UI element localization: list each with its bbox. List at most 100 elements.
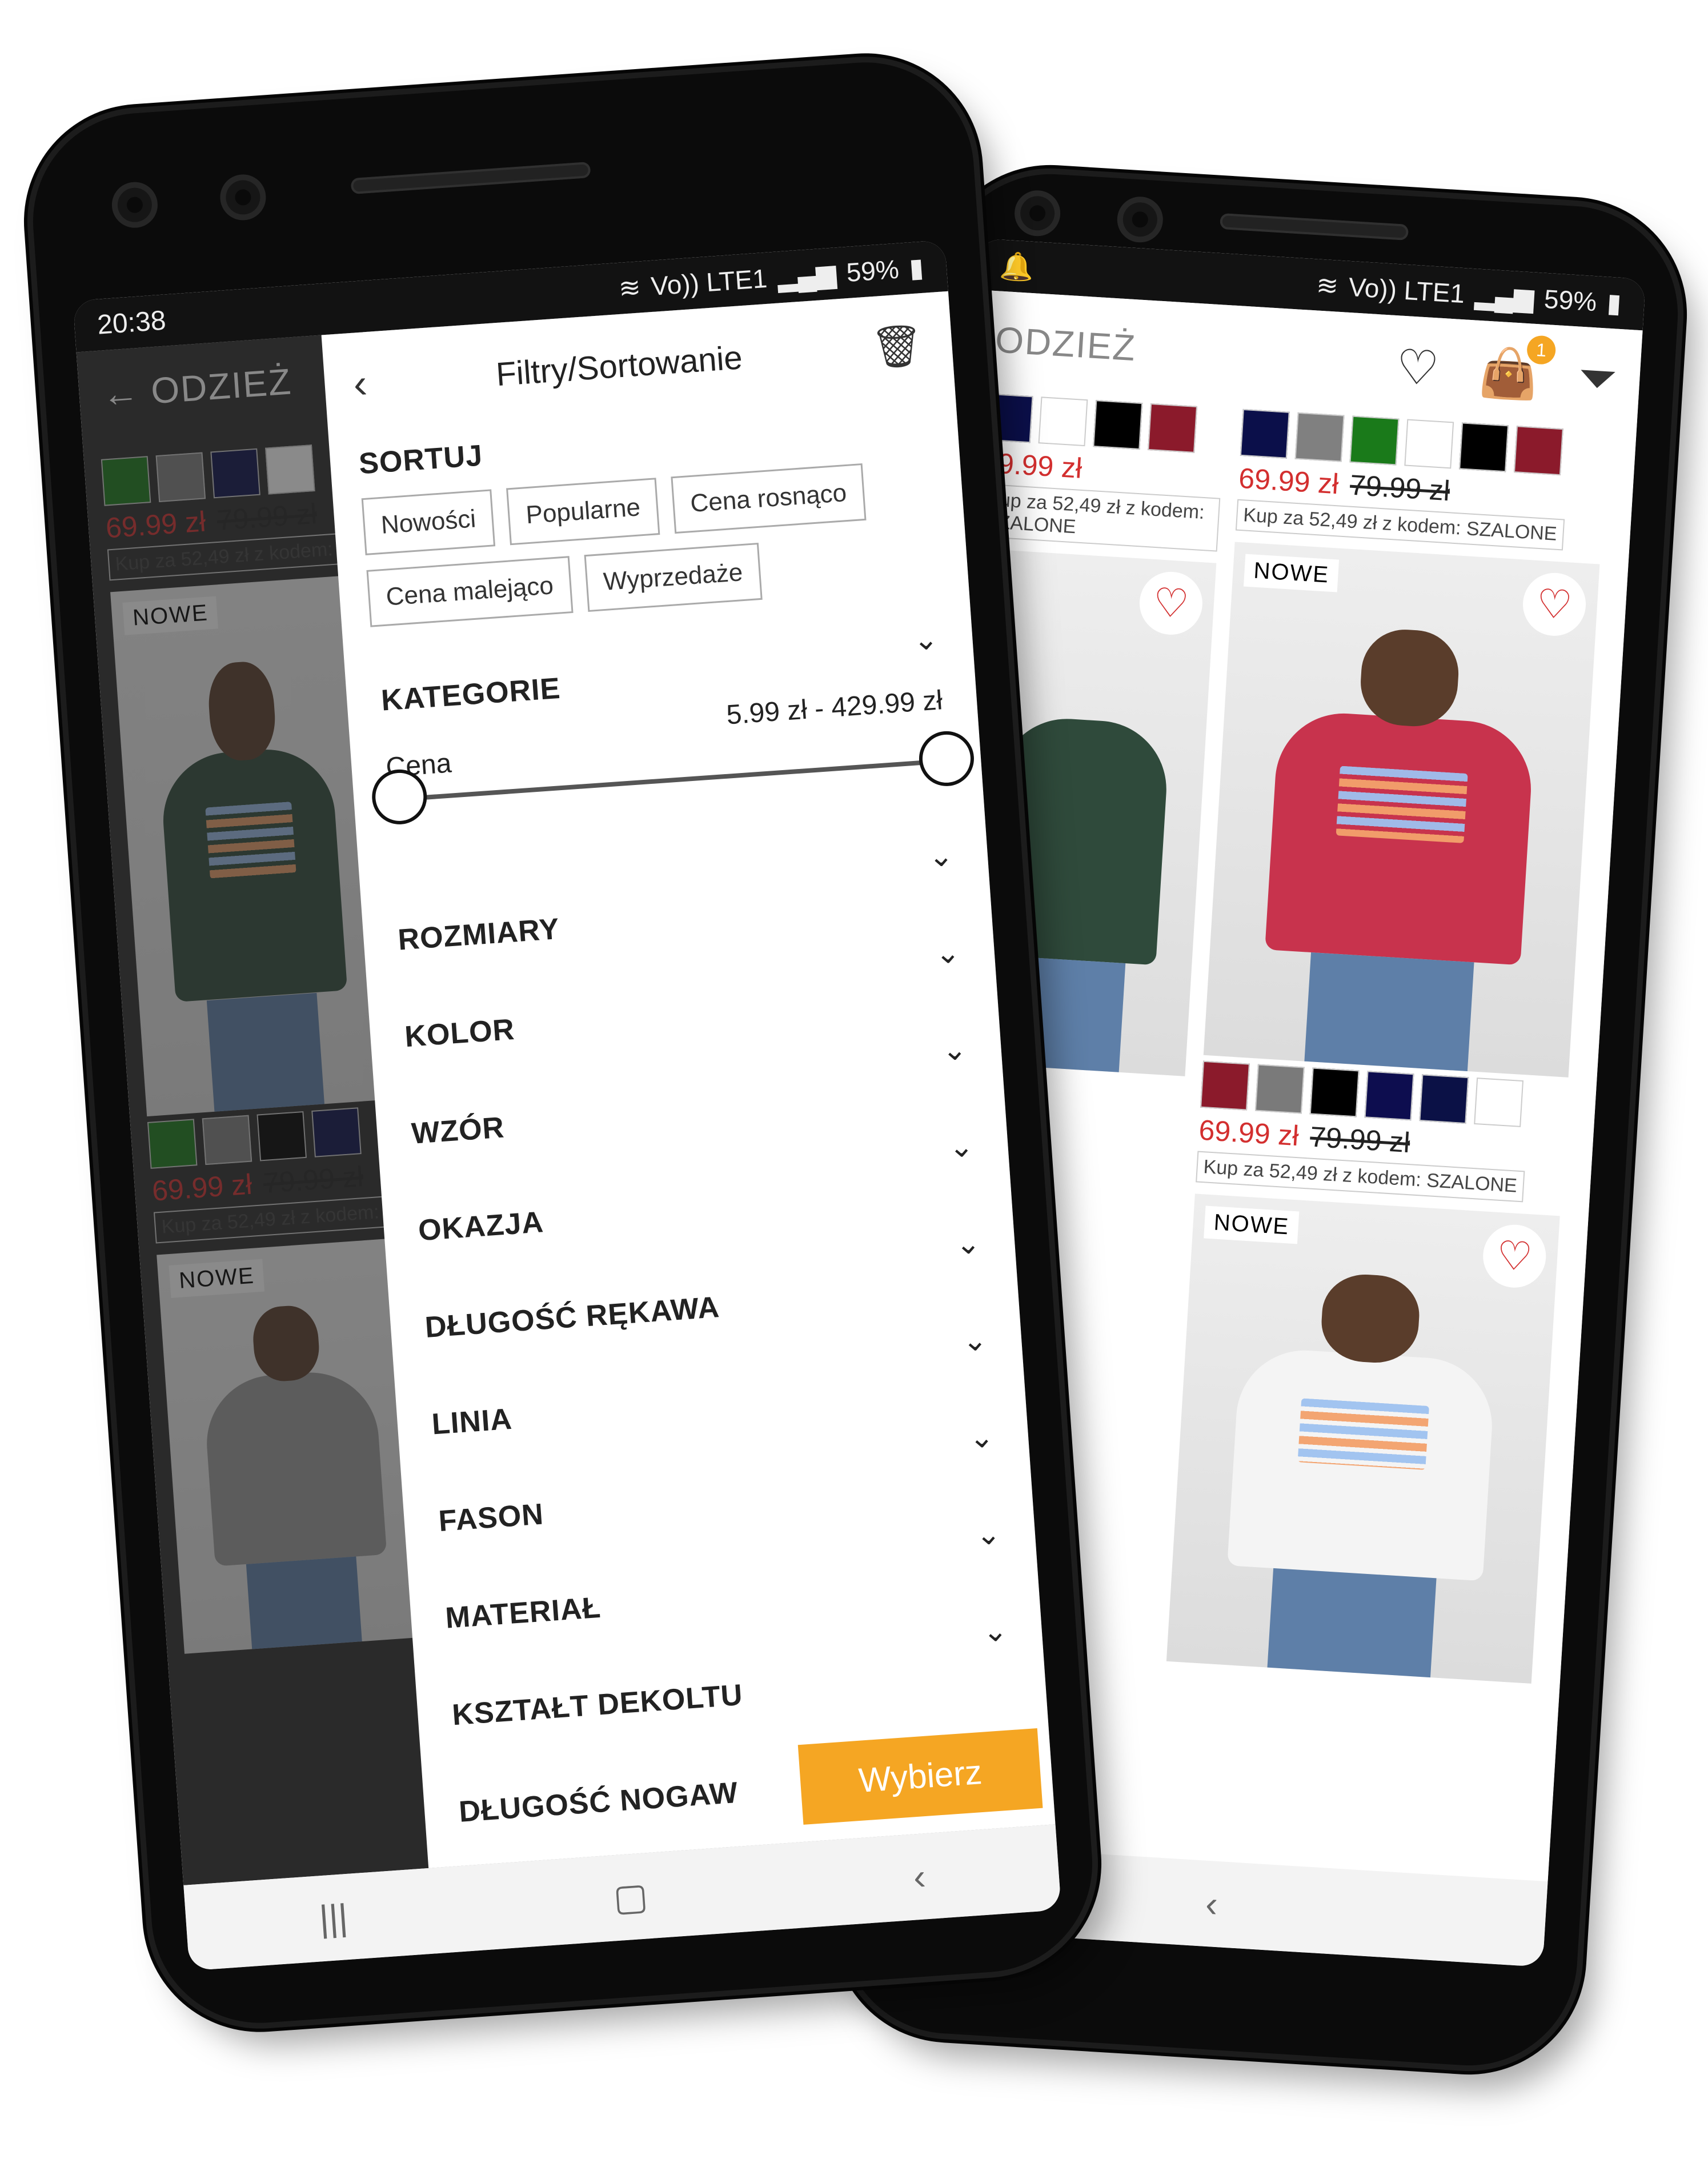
network-indicator: Vo)) LTE1 bbox=[649, 263, 768, 301]
color-swatch[interactable] bbox=[1474, 1078, 1524, 1127]
color-swatches bbox=[101, 442, 350, 506]
recent-apps-icon[interactable]: ||| bbox=[318, 1896, 349, 1940]
battery-icon: ▮ bbox=[908, 252, 925, 283]
color-swatch[interactable] bbox=[1200, 1060, 1250, 1111]
add-to-wishlist-heart-icon[interactable]: ♡ bbox=[1481, 1223, 1548, 1289]
old-price: 79.99 zł bbox=[1349, 468, 1451, 507]
chevron-down-icon: ⌄ bbox=[954, 1226, 982, 1261]
model-head bbox=[1358, 627, 1461, 729]
model-figure bbox=[153, 656, 355, 1113]
chevron-down-icon: ⌄ bbox=[941, 1032, 968, 1068]
ny-print bbox=[205, 802, 296, 879]
color-swatch[interactable] bbox=[1419, 1074, 1469, 1124]
color-swatch[interactable] bbox=[147, 1119, 198, 1169]
color-swatch[interactable] bbox=[1309, 1067, 1360, 1117]
apply-filters-button[interactable]: Wybierz bbox=[797, 1728, 1043, 1825]
filter-funnel-icon[interactable]: ⏷ bbox=[1577, 350, 1618, 408]
wifi-icon: ≋ bbox=[1315, 270, 1340, 301]
old-price: 79.99 zł bbox=[215, 497, 318, 536]
add-to-wishlist-heart-icon[interactable]: ♡ bbox=[1137, 570, 1205, 637]
filter-label: DŁUGOŚĆ NOGAW bbox=[458, 1776, 740, 1829]
old-price: 79.99 zł bbox=[1309, 1120, 1411, 1159]
model-head bbox=[1319, 1272, 1422, 1365]
front-sensor bbox=[218, 173, 268, 222]
front-sensor bbox=[1116, 195, 1165, 244]
new-badge: NOWE bbox=[122, 596, 219, 635]
model-figure bbox=[1258, 622, 1541, 1074]
color-swatch[interactable] bbox=[1294, 412, 1345, 462]
color-swatch[interactable] bbox=[1513, 426, 1563, 476]
new-badge: NOWE bbox=[1204, 1205, 1300, 1244]
jeans bbox=[1304, 952, 1474, 1072]
trash-icon[interactable]: 🗑 bbox=[869, 321, 925, 372]
back-nav-icon[interactable]: ‹ bbox=[912, 1855, 927, 1898]
color-swatch[interactable] bbox=[1349, 415, 1400, 466]
color-swatch[interactable] bbox=[155, 452, 206, 502]
model-head bbox=[250, 1304, 322, 1383]
price-range-slider[interactable] bbox=[370, 729, 976, 827]
chevron-down-icon: ⌄ bbox=[975, 1517, 1002, 1552]
catalog-title-text: ODZIEŻ bbox=[149, 361, 294, 412]
wishlist-heart-icon[interactable]: ♡ bbox=[1394, 338, 1441, 397]
jeans bbox=[246, 1556, 362, 1649]
filter-sort-panel: ‹ Filtry/Sortowanie 🗑 SORTUJ Nowości Pop… bbox=[321, 291, 1056, 1868]
ny-print bbox=[1297, 1398, 1429, 1470]
ny-print bbox=[1336, 766, 1468, 844]
color-swatch[interactable] bbox=[1148, 403, 1198, 453]
color-swatch[interactable] bbox=[1404, 419, 1454, 469]
back-chevron-icon[interactable]: ‹ bbox=[352, 360, 369, 407]
chevron-down-icon: ⌄ bbox=[934, 936, 961, 971]
sort-option-price-desc[interactable]: Cena malejąco bbox=[366, 556, 574, 627]
battery-level: 59% bbox=[1543, 283, 1598, 317]
color-swatch[interactable] bbox=[101, 456, 151, 506]
color-swatch[interactable] bbox=[311, 1107, 362, 1157]
color-swatch[interactable] bbox=[1093, 400, 1143, 450]
signal-icon: ▂▄▆ bbox=[776, 258, 837, 293]
battery-level: 59% bbox=[845, 254, 900, 287]
filter-label: LINIA bbox=[431, 1402, 514, 1441]
back-nav-icon[interactable]: ‹ bbox=[1204, 1882, 1219, 1925]
earpiece-speaker bbox=[1220, 213, 1409, 241]
model-figure bbox=[198, 1300, 393, 1652]
product-card[interactable]: 69.99 zł 79.99 zł Kup za 52,49 zł z kodem… bbox=[1166, 403, 1608, 1684]
color-swatches bbox=[983, 393, 1226, 454]
network-indicator: Vo)) LTE1 bbox=[1348, 271, 1466, 309]
front-camera bbox=[110, 180, 159, 230]
signal-icon: ▂▄▆ bbox=[1474, 279, 1535, 313]
catalog-title: ← ODZIEŻ bbox=[101, 361, 294, 415]
sale-price: 69.99 zł bbox=[105, 505, 207, 544]
panel-title: Filtry/Sortowanie bbox=[495, 338, 744, 393]
color-swatches bbox=[147, 1105, 396, 1169]
filter-label: WZÓR bbox=[410, 1111, 506, 1151]
chevron-down-icon: ⌄ bbox=[981, 1614, 1009, 1649]
sale-price: 69.99 zł bbox=[1198, 1113, 1300, 1152]
old-price: 79.99 zł bbox=[262, 1160, 364, 1200]
color-swatch[interactable] bbox=[202, 1115, 252, 1165]
model-figure bbox=[1221, 1267, 1501, 1680]
add-to-wishlist-heart-icon[interactable]: ♡ bbox=[1521, 571, 1588, 638]
promo-code-text: Kup za 52,49 zł z kodem: SZALONE bbox=[977, 483, 1221, 552]
color-swatch[interactable] bbox=[256, 1111, 307, 1161]
shirt bbox=[202, 1368, 387, 1567]
color-swatch[interactable] bbox=[1364, 1071, 1414, 1121]
color-swatch[interactable] bbox=[1240, 408, 1290, 459]
color-swatch[interactable] bbox=[1254, 1064, 1305, 1114]
color-swatch[interactable] bbox=[210, 448, 260, 499]
color-swatch[interactable] bbox=[1459, 422, 1509, 472]
sale-price: 79.99 zł bbox=[981, 446, 1083, 484]
sort-option-newest[interactable]: Nowości bbox=[361, 489, 496, 556]
sale-price: 69.99 zł bbox=[1237, 462, 1340, 500]
product-photo[interactable]: NOWE ♡ bbox=[1166, 1193, 1560, 1684]
sort-option-popular[interactable]: Popularne bbox=[506, 478, 660, 546]
sort-option-sale[interactable]: Wyprzedaże bbox=[584, 542, 763, 612]
wifi-icon: ≋ bbox=[618, 272, 642, 303]
price-max-handle[interactable] bbox=[917, 729, 976, 788]
clock: 20:38 bbox=[96, 305, 167, 341]
product-photo[interactable]: NOWE ♡ bbox=[1203, 542, 1600, 1078]
front-phone: 20:38 ≋ Vo)) LTE1 ▂▄▆ 59% ▮ ← ODZIEŻ 69.… bbox=[26, 55, 1100, 2030]
filter-label: FASON bbox=[437, 1497, 545, 1539]
color-swatch[interactable] bbox=[265, 444, 315, 495]
chevron-down-icon: ⌄ bbox=[927, 839, 955, 874]
color-swatch[interactable] bbox=[1038, 396, 1088, 447]
home-icon[interactable]: ▢ bbox=[612, 1874, 649, 1920]
